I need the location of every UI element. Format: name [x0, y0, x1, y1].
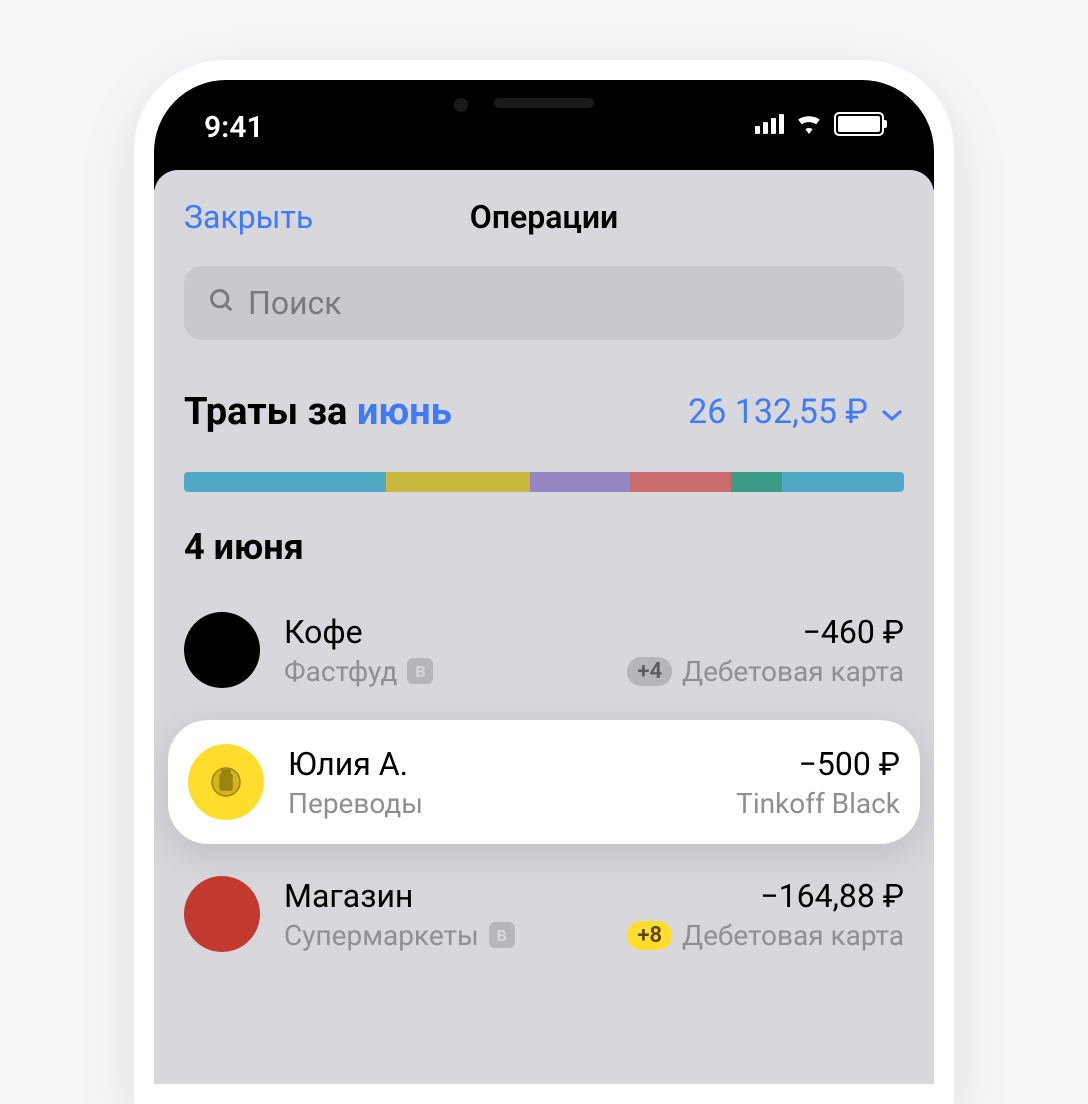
phone-frame: 9:41 Закрыть Операции — [134, 60, 954, 1104]
spending-segment[interactable] — [184, 472, 386, 492]
nav-bar: Закрыть Операции — [154, 178, 934, 256]
category-badge-icon: B — [489, 922, 515, 948]
status-time: 9:41 — [204, 110, 264, 145]
count-badge: +4 — [627, 657, 672, 686]
transaction-right: −164,88 ₽ +8Дебетовая карта — [627, 877, 904, 952]
signal-icon — [755, 114, 784, 134]
transaction-info: Магазин СупермаркетыB — [284, 877, 603, 952]
transaction-account: Tinkoff Black — [736, 787, 900, 820]
search-placeholder: Поиск — [248, 284, 342, 322]
transaction-list: Кофе ФастфудB −460 ₽ +4Дебетовая карта Юлия … — [154, 588, 934, 976]
close-button[interactable]: Закрыть — [184, 198, 313, 236]
chevron-down-icon — [880, 392, 904, 432]
transaction-row[interactable]: Юлия А. Переводы −500 ₽ Tinkoff Black — [168, 720, 920, 844]
spending-bar[interactable] — [184, 472, 904, 492]
transaction-right: −500 ₽ Tinkoff Black — [736, 745, 900, 820]
spending-segment[interactable] — [782, 472, 904, 492]
transaction-info: Кофе ФастфудB — [284, 613, 603, 688]
date-header: 4 июня — [154, 522, 934, 588]
transaction-row[interactable]: Кофе ФастфудB −460 ₽ +4Дебетовая карта — [154, 588, 934, 712]
phone-screen: 9:41 Закрыть Операции — [154, 80, 934, 1084]
transaction-name: Кофе — [284, 613, 603, 651]
summary-amount[interactable]: 26 132,55 ₽ — [688, 392, 904, 432]
search-input[interactable]: Поиск — [184, 266, 904, 340]
transaction-amount: −500 ₽ — [799, 745, 900, 783]
transaction-amount: −460 ₽ — [803, 613, 904, 651]
transaction-row[interactable]: Магазин СупермаркетыB −164,88 ₽ +8Дебетовая… — [154, 852, 934, 976]
transaction-info: Юлия А. Переводы — [288, 745, 712, 820]
category-badge-icon: B — [407, 658, 433, 684]
search-icon — [208, 287, 236, 319]
transaction-name: Юлия А. — [288, 745, 712, 783]
transaction-name: Магазин — [284, 877, 603, 915]
summary-label: Траты за июнь — [184, 390, 452, 434]
phone-notch — [369, 80, 719, 140]
spending-segment[interactable] — [731, 472, 781, 492]
count-badge: +8 — [627, 921, 672, 950]
page-title: Операции — [470, 198, 618, 236]
summary-month: июнь — [357, 390, 452, 434]
spending-segment[interactable] — [386, 472, 530, 492]
transaction-icon — [184, 876, 260, 952]
spending-segment[interactable] — [530, 472, 631, 492]
transaction-account: +8Дебетовая карта — [627, 919, 904, 952]
transaction-right: −460 ₽ +4Дебетовая карта — [627, 613, 904, 688]
transaction-category: Переводы — [288, 787, 712, 820]
spending-segment[interactable] — [630, 472, 731, 492]
spending-summary[interactable]: Траты за июнь 26 132,55 ₽ — [154, 370, 934, 454]
transaction-account: +4Дебетовая карта — [627, 655, 904, 688]
transaction-category: СупермаркетыB — [284, 919, 603, 952]
status-icons — [755, 110, 884, 138]
battery-icon — [834, 112, 884, 136]
transaction-amount: −164,88 ₽ — [760, 877, 904, 915]
transaction-icon — [188, 744, 264, 820]
wifi-icon — [794, 110, 824, 138]
transaction-category: ФастфудB — [284, 655, 603, 688]
transaction-icon — [184, 612, 260, 688]
app-content: Закрыть Операции Поиск Траты за июнь 26 … — [154, 170, 934, 1064]
